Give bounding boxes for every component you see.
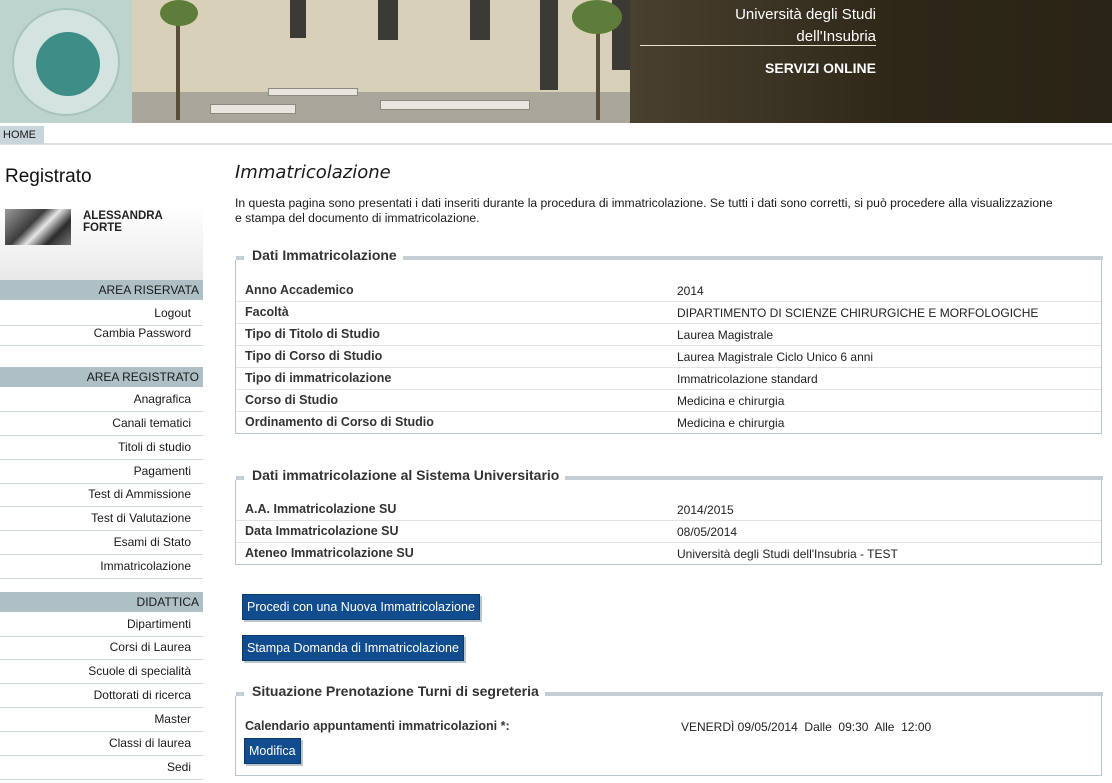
breadcrumb-home-link[interactable]: HOME — [0, 126, 44, 144]
row-label: Anno Accademico — [245, 283, 354, 297]
stampa-domanda-button[interactable]: Stampa Domanda di Immatricolazione — [242, 635, 464, 661]
sidebar-item-test-di-ammissione[interactable]: Test di Ammissione — [0, 483, 203, 507]
table-row: Tipo di Titolo di Studio Laurea Magistra… — [236, 324, 1101, 346]
university-name-line1: Università degli Studi — [735, 6, 876, 23]
row-label: Ateneo Immatricolazione SU — [245, 546, 414, 560]
nav-heading-didattica: DIDATTICA — [0, 592, 203, 612]
nav-heading-area-registrato: AREA REGISTRATO — [0, 367, 203, 387]
fieldset-legend: Dati Immatricolazione — [244, 247, 403, 263]
fieldset-legend: Situazione Prenotazione Turni di segrete… — [244, 683, 545, 699]
modifica-button[interactable]: Modifica — [244, 738, 301, 764]
table-row: A.A. Immatricolazione SU 2014/2015 — [236, 499, 1101, 521]
intro-text: In questa pagina sono presentati i dati … — [235, 196, 1053, 225]
sidebar-title: Registrato — [5, 166, 92, 187]
row-value: DIPARTIMENTO DI SCIENZE CHIRURGICHE E MO… — [677, 306, 1039, 320]
fieldset-dati-sistema-universitario: Dati immatricolazione al Sistema Univers… — [235, 467, 1103, 565]
table-row: Ordinamento di Corso di Studio Medicina … — [236, 412, 1101, 434]
avatar — [5, 209, 71, 245]
sidebar-item-test-di-valutazione[interactable]: Test di Valutazione — [0, 507, 203, 531]
row-value: Immatricolazione standard — [677, 372, 818, 386]
breadcrumb — [0, 123, 1112, 145]
row-value: Laurea Magistrale — [677, 328, 774, 342]
row-label: Tipo di Titolo di Studio — [245, 327, 380, 341]
fieldset-prenotazione-turni: Situazione Prenotazione Turni di segrete… — [235, 683, 1103, 776]
university-name: Università degli Studi dell'Insubria — [735, 4, 876, 48]
appointment-value: VENERDÌ 09/05/2014 Dalle 09:30 Alle 12:0… — [681, 720, 932, 734]
logo-seal-icon — [12, 8, 120, 116]
table-row: Data Immatricolazione SU 08/05/2014 — [236, 521, 1101, 543]
sidebar-item-master[interactable]: Master — [0, 708, 203, 732]
row-label: Ordinamento di Corso di Studio — [245, 415, 434, 429]
header-divider — [640, 45, 876, 46]
row-label: Calendario appuntamenti immatricolazioni… — [245, 719, 510, 733]
nuova-immatricolazione-button[interactable]: Procedi con una Nuova Immatricolazione — [242, 594, 480, 620]
row-label: Facoltà — [245, 305, 289, 319]
sidebar-item-anagrafica[interactable]: Anagrafica — [0, 388, 203, 412]
sidebar-item-corsi-di-laurea[interactable]: Corsi di Laurea — [0, 636, 203, 660]
table-row: Tipo di Corso di Studio Laurea Magistral… — [236, 346, 1101, 368]
row-label: Tipo di Corso di Studio — [245, 349, 383, 363]
sidebar-item-classi-di-laurea[interactable]: Classi di laurea — [0, 732, 203, 756]
sidebar-item-scuole-di-specialita[interactable]: Scuole di specialità — [0, 660, 203, 684]
sidebar-item-cambia-password[interactable]: Cambia Password — [0, 322, 203, 346]
user-panel: Registrato ALESSANDRA FORTE — [0, 146, 203, 280]
servizi-online-label: SERVIZI ONLINE — [765, 60, 876, 76]
row-label: A.A. Immatricolazione SU — [245, 502, 397, 516]
sidebar-item-sedi[interactable]: Sedi — [0, 756, 203, 780]
table-row: Calendario appuntamenti immatricolazioni… — [236, 716, 1101, 738]
fieldset-dati-immatricolazione: Dati Immatricolazione Anno Accademico 20… — [235, 247, 1103, 434]
row-value: Laurea Magistrale Ciclo Unico 6 anni — [677, 350, 874, 364]
row-value: 2014/2015 — [677, 503, 734, 517]
sidebar-item-immatricolazione[interactable]: Immatricolazione — [0, 555, 203, 579]
row-label: Corso di Studio — [245, 393, 339, 407]
sidebar-item-titoli-di-studio[interactable]: Titoli di studio — [0, 436, 203, 460]
sidebar-item-dottorati-di-ricerca[interactable]: Dottorati di ricerca — [0, 684, 203, 708]
row-label: Data Immatricolazione SU — [245, 524, 399, 538]
site-header: Università degli Studi dell'Insubria SER… — [0, 0, 1112, 123]
table-row: Anno Accademico 2014 — [236, 280, 1101, 302]
row-value: 08/05/2014 — [677, 525, 738, 539]
sidebar-item-pagamenti[interactable]: Pagamenti — [0, 460, 203, 484]
row-value: Università degli Studi dell'Insubria - T… — [677, 547, 898, 561]
page-title: Immatricolazione — [235, 162, 391, 183]
row-label: Tipo di immatricolazione — [245, 371, 392, 385]
sidebar: Registrato ALESSANDRA FORTE AREA RISERVA… — [0, 146, 203, 783]
table-row: Ateneo Immatricolazione SU Università de… — [236, 543, 1101, 565]
row-value: 2014 — [677, 284, 704, 298]
table-row: Tipo di immatricolazione Immatricolazion… — [236, 368, 1101, 390]
sidebar-item-dipartimenti[interactable]: Dipartimenti — [0, 613, 203, 637]
row-value: Medicina e chirurgia — [677, 394, 785, 408]
table-row: Corso di Studio Medicina e chirurgia — [236, 390, 1101, 412]
user-name: ALESSANDRA FORTE — [83, 210, 163, 234]
sidebar-item-canali-tematici[interactable]: Canali tematici — [0, 412, 203, 436]
university-logo[interactable] — [0, 0, 132, 123]
row-value: Medicina e chirurgia — [677, 416, 785, 430]
fieldset-legend: Dati immatricolazione al Sistema Univers… — [244, 467, 566, 483]
sidebar-item-esami-di-stato[interactable]: Esami di Stato — [0, 531, 203, 555]
breadcrumb-divider — [0, 143, 1112, 145]
table-row: Facoltà DIPARTIMENTO DI SCIENZE CHIRURGI… — [236, 302, 1101, 324]
nav-heading-area-riservata: AREA RISERVATA — [0, 280, 203, 300]
